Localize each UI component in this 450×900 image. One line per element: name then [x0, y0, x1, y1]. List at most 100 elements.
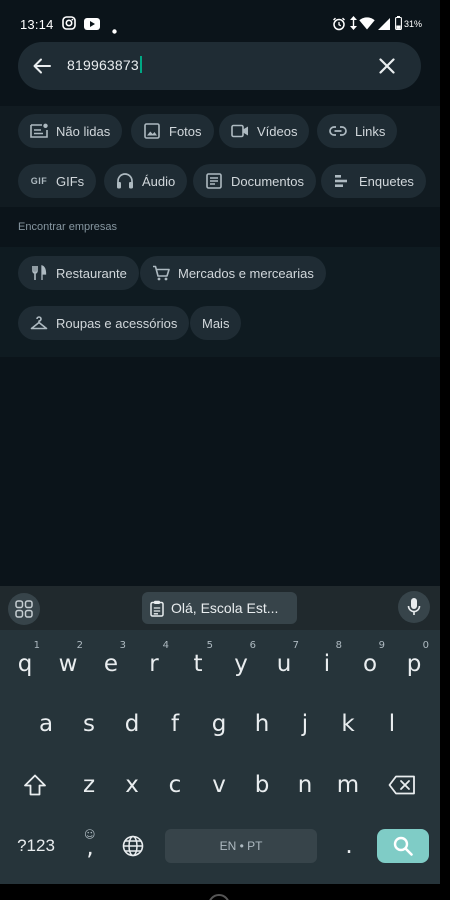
- key-n[interactable]: n: [285, 761, 325, 809]
- filter-chip-polls[interactable]: Enquetes: [321, 164, 426, 198]
- data-arrows-icon: [350, 16, 357, 35]
- gif-icon: GIF: [30, 176, 48, 186]
- filter-chip-links[interactable]: Links: [317, 114, 398, 148]
- clear-search-button[interactable]: [375, 54, 399, 78]
- space-key[interactable]: EN • PT: [165, 829, 317, 863]
- key-s[interactable]: s: [69, 700, 109, 748]
- language-key[interactable]: [113, 822, 153, 870]
- search-bar: 819963873: [18, 42, 421, 90]
- filter-chip-gifs[interactable]: GIF GIFs: [18, 164, 97, 198]
- hanger-icon: [30, 314, 48, 332]
- business-chip-more[interactable]: Mais: [190, 306, 242, 340]
- arrow-left-icon: [33, 58, 51, 74]
- keyboard: Olá, Escola Est... q1 w2 e3 r4 t5 y6 u7 …: [0, 586, 440, 884]
- search-input[interactable]: 819963873: [67, 56, 142, 73]
- symbols-key[interactable]: ?123: [8, 829, 64, 863]
- key-i[interactable]: i8: [307, 640, 347, 688]
- business-chip-label: Restaurante: [56, 265, 127, 281]
- key-hint: 9: [378, 640, 385, 651]
- key-t[interactable]: t5: [178, 640, 218, 688]
- filter-chip-label: Não lidas: [56, 123, 111, 139]
- shift-key[interactable]: [15, 761, 55, 809]
- navigation-bar: [0, 884, 440, 900]
- battery-icon: [395, 16, 402, 35]
- document-icon: [205, 172, 223, 190]
- key-hint: 0: [422, 640, 429, 651]
- key-b[interactable]: b: [242, 761, 282, 809]
- restaurant-icon: [30, 264, 48, 282]
- business-chip-restaurant[interactable]: Restaurante: [18, 256, 139, 290]
- key-l[interactable]: l: [372, 700, 412, 748]
- key-c[interactable]: c: [155, 761, 195, 809]
- key-hint: 6: [249, 640, 256, 651]
- key-hint: 3: [119, 640, 126, 651]
- text-cursor: [139, 56, 142, 73]
- filter-chip-photos[interactable]: Fotos: [131, 114, 214, 148]
- key-y[interactable]: y6: [221, 640, 261, 688]
- photo-icon: [143, 122, 161, 140]
- key-g[interactable]: g: [199, 700, 239, 748]
- business-chip-clothing[interactable]: Roupas e acessórios: [18, 306, 190, 340]
- screen: 13:14 31% 819963873 Não lidas Fotos Víde…: [0, 0, 440, 900]
- grid-icon: [15, 600, 33, 618]
- filter-chip-audio[interactable]: Áudio: [104, 164, 188, 198]
- keyboard-apps-button[interactable]: [8, 593, 40, 625]
- home-button[interactable]: [208, 894, 230, 900]
- key-j[interactable]: j: [285, 700, 325, 748]
- backspace-key[interactable]: [382, 761, 422, 809]
- clipboard-suggestion[interactable]: Olá, Escola Est...: [142, 592, 297, 624]
- key-q[interactable]: q1: [5, 640, 45, 688]
- filter-chip-label: Vídeos: [257, 123, 298, 139]
- key-w[interactable]: w2: [48, 640, 88, 688]
- signal-icon: [378, 17, 390, 35]
- filter-chip-documents[interactable]: Documentos: [193, 164, 316, 198]
- clipboard-suggestion-text: Olá, Escola Est...: [171, 600, 279, 616]
- search-key[interactable]: [377, 829, 429, 863]
- key-hint: 4: [162, 640, 169, 651]
- voice-input-button[interactable]: [398, 591, 430, 623]
- link-icon: [329, 122, 347, 140]
- key-o[interactable]: o9: [350, 640, 390, 688]
- comma-key[interactable]: ☺ ,: [70, 822, 110, 870]
- globe-icon: [122, 835, 144, 857]
- key-a[interactable]: a: [26, 700, 66, 748]
- battery-percent: 31%: [404, 19, 423, 29]
- wifi-icon: [359, 17, 375, 35]
- key-u[interactable]: u7: [264, 640, 304, 688]
- key-f[interactable]: f: [155, 700, 195, 748]
- filter-chip-label: GIFs: [56, 173, 85, 189]
- key-m[interactable]: m: [328, 761, 368, 809]
- backspace-icon: [388, 775, 415, 795]
- unread-icon: [30, 122, 48, 140]
- search-input-value: 819963873: [67, 57, 139, 73]
- filter-chip-label: Enquetes: [359, 173, 414, 189]
- key-e[interactable]: e3: [91, 640, 131, 688]
- back-button[interactable]: [30, 54, 54, 78]
- close-icon: [379, 58, 395, 74]
- filter-chip-videos[interactable]: Vídeos: [219, 114, 310, 148]
- key-z[interactable]: z: [69, 761, 109, 809]
- period-key[interactable]: .: [329, 822, 369, 870]
- business-chip-label: Roupas e acessórios: [56, 315, 178, 331]
- key-hint: 1: [33, 640, 40, 651]
- key-hint: 7: [292, 640, 299, 651]
- status-time: 13:14: [20, 17, 54, 32]
- filter-chip-unread[interactable]: Não lidas: [18, 114, 123, 148]
- headphones-icon: [116, 172, 134, 190]
- business-chip-markets[interactable]: Mercados e mercearias: [140, 256, 326, 290]
- youtube-icon: [84, 17, 100, 35]
- key-h[interactable]: h: [242, 700, 282, 748]
- key-x[interactable]: x: [112, 761, 152, 809]
- video-icon: [231, 122, 249, 140]
- screen-edge: [440, 0, 450, 900]
- key-r[interactable]: r4: [134, 640, 174, 688]
- keyboard-toolbar: Olá, Escola Est...: [0, 586, 440, 630]
- status-bar: 13:14 31%: [0, 0, 440, 48]
- filter-chip-label: Documentos: [231, 173, 304, 189]
- business-chip-label: Mercados e mercearias: [178, 265, 314, 281]
- key-v[interactable]: v: [199, 761, 239, 809]
- key-k[interactable]: k: [328, 700, 368, 748]
- key-p[interactable]: p0: [394, 640, 434, 688]
- key-d[interactable]: d: [112, 700, 152, 748]
- clipboard-icon: [150, 600, 164, 617]
